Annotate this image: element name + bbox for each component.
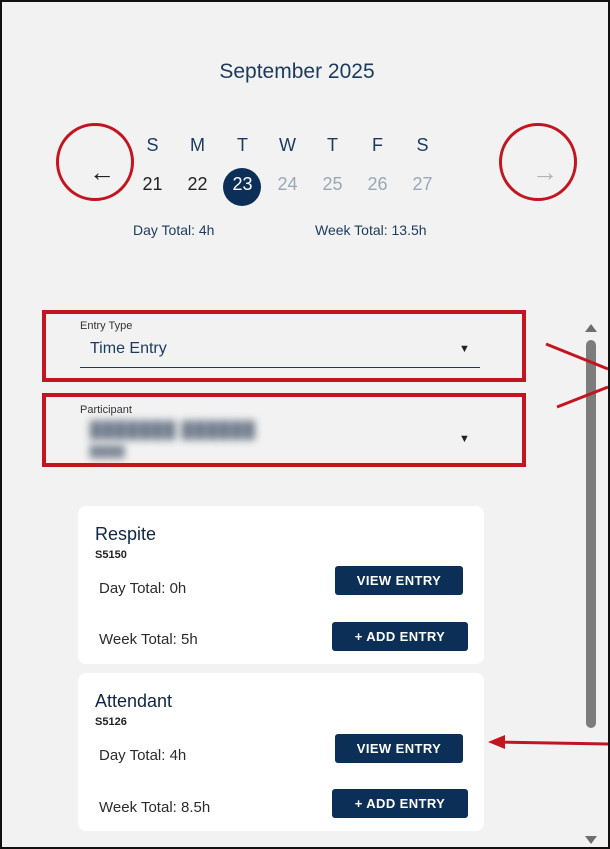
date-23-selected[interactable]: 23 — [220, 168, 265, 206]
annotation-line-entry-type — [545, 342, 608, 371]
annotation-line-participant — [556, 385, 608, 409]
app-frame: September 2025 S M T W T F S 21 22 23 24… — [0, 0, 610, 849]
annotation-lines — [488, 342, 608, 749]
annotation-arrowhead-icon — [488, 735, 505, 749]
annotation-line-view-entry — [495, 740, 608, 746]
